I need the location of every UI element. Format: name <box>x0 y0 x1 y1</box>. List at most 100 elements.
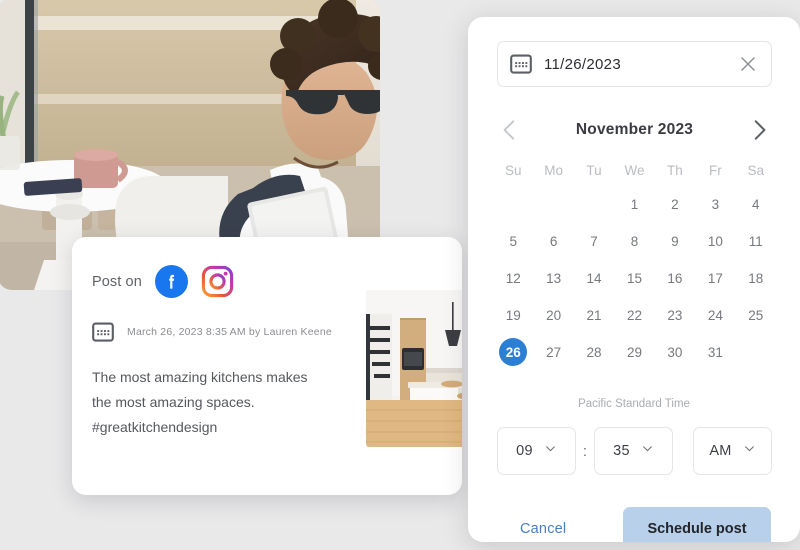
calendar-day-label: 29 <box>626 344 642 360</box>
cancel-button[interactable]: Cancel <box>520 521 566 537</box>
chevron-right-icon[interactable] <box>746 117 772 143</box>
calendar-day-14[interactable]: 14 <box>574 262 614 294</box>
post-meta-text: March 26, 2023 8:35 AM by Lauren Keene <box>127 326 332 338</box>
timezone-label: Pacific Standard Time <box>578 398 690 410</box>
calendar-day-6[interactable]: 6 <box>533 225 573 257</box>
calendar-day-label: 8 <box>630 233 639 249</box>
hour-value: 09 <box>516 443 533 459</box>
calendar-day-label: 22 <box>626 307 642 323</box>
date-input-value[interactable]: 11/26/2023 <box>544 56 621 73</box>
calendar-grid: Su Mo Tu We Th Fr Sa 1 2 3 4 5 6 7 8 9 10 11 12 13 14 15 16 17 1… <box>493 157 776 368</box>
weekday-header-sa: Sa <box>747 162 765 178</box>
calendar-day-label: 19 <box>505 307 521 323</box>
weekday-header-su: Su <box>504 162 522 178</box>
calendar-day-30[interactable]: 30 <box>655 336 695 368</box>
calendar-day-3[interactable]: 3 <box>695 188 735 220</box>
calendar-day-label: 3 <box>711 196 720 212</box>
calendar-day-9[interactable]: 9 <box>655 225 695 257</box>
date-input[interactable]: 11/26/2023 <box>497 41 772 87</box>
calendar-day-19[interactable]: 19 <box>493 299 533 331</box>
time-separator: : <box>582 442 588 460</box>
weekday-header-we: We <box>624 162 645 178</box>
calendar-day-16[interactable]: 16 <box>655 262 695 294</box>
time-selector-row: 09 : 35 AM <box>497 427 772 475</box>
minute-select[interactable]: 35 <box>594 427 673 475</box>
calendar-day-label: 1 <box>630 196 639 212</box>
instagram-icon[interactable] <box>201 265 234 298</box>
calendar-day-8[interactable]: 8 <box>614 225 654 257</box>
calendar-day-7[interactable]: 7 <box>574 225 614 257</box>
post-card: Post on March 26, 2023 8:35 AM by Lauren… <box>72 237 462 495</box>
calendar-day-15[interactable]: 15 <box>614 262 654 294</box>
calendar-day-label: 20 <box>546 307 562 323</box>
chevron-down-icon <box>641 442 654 460</box>
calendar-day-label: 14 <box>586 270 602 286</box>
weekday-header-tu: Tu <box>586 162 602 178</box>
post-body-hashtag: #greatkitchendesign <box>92 419 218 435</box>
calendar-icon <box>92 321 114 343</box>
schedule-post-button[interactable]: Schedule post <box>623 507 771 542</box>
post-on-label: Post on <box>92 273 142 290</box>
post-body-line-2: the most amazing spaces. <box>92 394 255 410</box>
calendar-day-label: 18 <box>748 270 764 286</box>
calendar-day-label: 10 <box>707 233 723 249</box>
facebook-icon[interactable] <box>154 265 188 298</box>
calendar-icon <box>510 53 532 75</box>
calendar-day-28[interactable]: 28 <box>574 336 614 368</box>
calendar-day-label: 4 <box>752 196 760 212</box>
calendar-day-label: 26 <box>499 338 528 366</box>
calendar-day-5[interactable]: 5 <box>493 225 533 257</box>
calendar-day-17[interactable]: 17 <box>695 262 735 294</box>
calendar-day-13[interactable]: 13 <box>533 262 573 294</box>
chevron-down-icon <box>544 442 557 460</box>
calendar-day-label: 21 <box>586 307 602 323</box>
picker-footer: Cancel Schedule post <box>468 499 800 542</box>
calendar-day-12[interactable]: 12 <box>493 262 533 294</box>
calendar-day-empty <box>574 188 614 220</box>
calendar-day-label: 6 <box>549 233 558 249</box>
month-navigation: November 2023 <box>497 112 772 148</box>
weekday-header-th: Th <box>667 162 683 178</box>
calendar-day-20[interactable]: 20 <box>533 299 573 331</box>
weekday-header-mo: Mo <box>544 162 564 178</box>
calendar-day-31[interactable]: 31 <box>695 336 735 368</box>
calendar-day-26[interactable]: 26 <box>493 336 533 368</box>
calendar-day-label: 27 <box>546 344 562 360</box>
calendar-day-label: 24 <box>707 307 723 323</box>
calendar-day-24[interactable]: 24 <box>695 299 735 331</box>
hour-select[interactable]: 09 <box>497 427 576 475</box>
calendar-day-label: 17 <box>707 270 723 286</box>
post-body-line-1: The most amazing kitchens makes <box>92 369 308 385</box>
calendar-day-label: 15 <box>626 270 642 286</box>
calendar-day-label: 2 <box>671 196 679 212</box>
calendar-day-2[interactable]: 2 <box>655 188 695 220</box>
post-meta-row: March 26, 2023 8:35 AM by Lauren Keene <box>92 321 332 343</box>
calendar-day-21[interactable]: 21 <box>574 299 614 331</box>
calendar-day-11[interactable]: 11 <box>736 225 776 257</box>
calendar-day-25[interactable]: 25 <box>736 299 776 331</box>
chevron-left-icon[interactable] <box>497 117 523 143</box>
calendar-day-27[interactable]: 27 <box>533 336 573 368</box>
meridiem-select[interactable]: AM <box>693 427 772 475</box>
calendar-day-label: 30 <box>667 344 683 360</box>
calendar-day-22[interactable]: 22 <box>614 299 654 331</box>
calendar-day-10[interactable]: 10 <box>695 225 735 257</box>
calendar-day-label: 5 <box>509 233 517 249</box>
calendar-day-label: 28 <box>586 344 602 360</box>
calendar-day-label: 11 <box>748 233 763 249</box>
post-thumbnail <box>366 290 462 447</box>
weekday-header-fr: Fr <box>708 162 722 178</box>
calendar-day-29[interactable]: 29 <box>614 336 654 368</box>
close-icon[interactable] <box>738 54 758 74</box>
calendar-day-4[interactable]: 4 <box>736 188 776 220</box>
date-picker-panel: 11/26/2023 November 2023 Su Mo Tu We Th Fr Sa 1… <box>468 17 800 542</box>
calendar-day-23[interactable]: 23 <box>655 299 695 331</box>
calendar-day-18[interactable]: 18 <box>736 262 776 294</box>
calendar-day-label: 9 <box>671 233 679 249</box>
calendar-day-label: 12 <box>505 270 521 286</box>
calendar-day-label: 16 <box>667 270 683 286</box>
calendar-day-1[interactable]: 1 <box>614 188 654 220</box>
calendar-day-label: 25 <box>748 307 764 323</box>
minute-value: 35 <box>613 443 630 459</box>
calendar-day-empty <box>533 188 573 220</box>
